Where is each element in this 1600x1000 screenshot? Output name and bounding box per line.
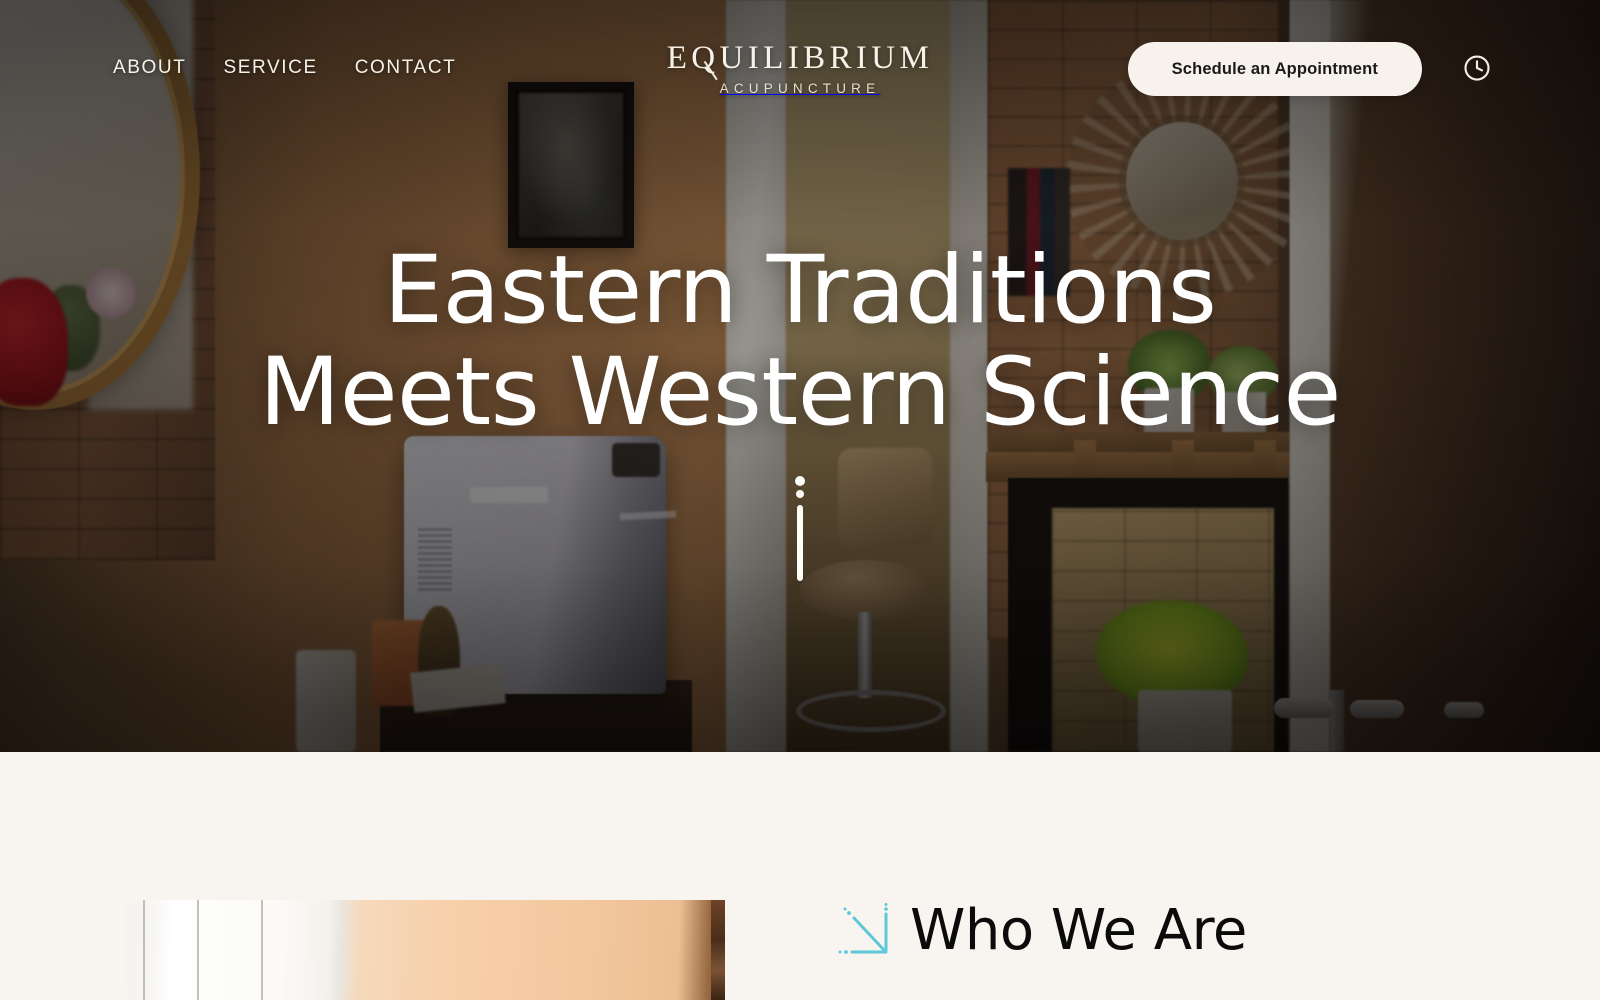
about-photo bbox=[125, 900, 725, 1000]
about-section bbox=[0, 752, 1600, 1000]
who-we-are-heading: Who We Are bbox=[910, 898, 1247, 963]
nav-link-service[interactable]: SERVICE bbox=[223, 57, 317, 79]
window-blind-slat bbox=[261, 900, 263, 1000]
hero-section: ABOUT SERVICE CONTACT EQUILIBRIUM ACUPUN… bbox=[0, 0, 1600, 752]
needle-dot-small-icon bbox=[796, 490, 804, 498]
acupuncture-needle-icon bbox=[836, 902, 892, 960]
clock-icon-button[interactable] bbox=[1456, 48, 1498, 90]
primary-navigation: ABOUT SERVICE CONTACT bbox=[113, 57, 456, 79]
needle-dot-large-icon bbox=[795, 476, 805, 486]
site-header: ABOUT SERVICE CONTACT EQUILIBRIUM ACUPUN… bbox=[0, 0, 1600, 136]
about-photo-edge bbox=[711, 900, 725, 1000]
needle-scroll-indicator[interactable] bbox=[795, 476, 805, 581]
window-blind-slat bbox=[143, 900, 145, 1000]
needle-shaft-icon bbox=[797, 505, 803, 581]
nav-link-contact[interactable]: CONTACT bbox=[355, 57, 457, 79]
site-logo[interactable]: EQUILIBRIUM ACUPUNCTURE bbox=[667, 42, 934, 96]
schedule-appointment-button[interactable]: Schedule an Appointment bbox=[1127, 42, 1422, 96]
header-actions: Schedule an Appointment bbox=[1127, 42, 1600, 96]
window-blind-slat bbox=[197, 900, 199, 1000]
nav-link-about[interactable]: ABOUT bbox=[113, 57, 186, 79]
logo-wordmark: EQUILIBRIUM bbox=[666, 40, 934, 81]
logo-wordmark-text: EQUILIBRIUM bbox=[666, 40, 934, 76]
clock-icon bbox=[1462, 53, 1492, 86]
logo-subtitle: ACUPUNCTURE bbox=[719, 81, 881, 96]
who-we-are-heading-group: Who We Are bbox=[836, 898, 1247, 963]
